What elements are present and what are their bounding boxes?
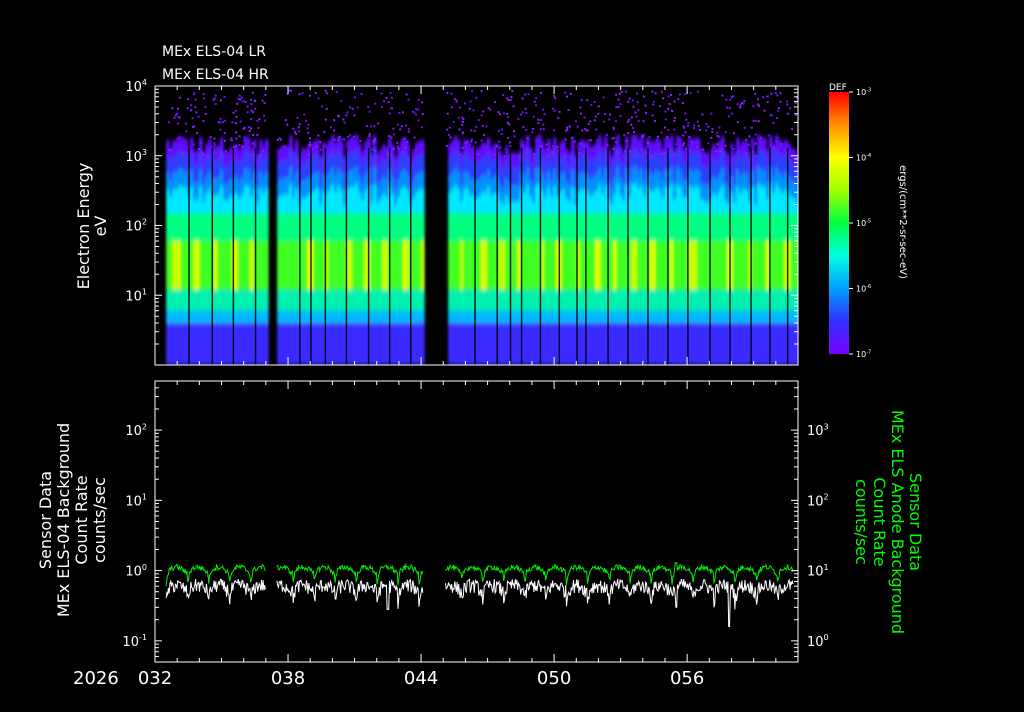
plot-canvas: MEx ELS-04 LR MEx ELS-04 HR 101 102 103 104… xyxy=(36,44,925,689)
background-count-rate-panel: 10-1100101102 100101102103 032 038 044 050 0… xyxy=(36,380,925,689)
orbit-boundary-line xyxy=(585,147,587,365)
orbit-boundary-line xyxy=(558,147,561,365)
right-ylabel-line-4: counts/sec xyxy=(852,479,871,565)
spectrogram-y-tick-label: 103 xyxy=(125,148,147,165)
orbit-boundary-line xyxy=(539,147,542,365)
count-rate-frame xyxy=(154,380,799,663)
x-tick-label: 038 xyxy=(271,668,305,689)
spectrogram-y-tick-label: 102 xyxy=(125,218,147,235)
orbit-boundary-line xyxy=(786,147,789,365)
colorbar-tick-label: 10-3 xyxy=(856,87,871,97)
mex-els-summary-plot: MEx ELS-04 LR MEx ELS-04 HR 101 102 103 104… xyxy=(0,0,1024,708)
left-ylabel-line-4: counts/sec xyxy=(90,477,109,563)
energy-spectrogram-panel: MEx ELS-04 LR MEx ELS-04 HR 101 102 103 104… xyxy=(74,44,799,366)
orbit-boundary-line xyxy=(687,147,689,365)
spectrogram-fill xyxy=(166,134,798,365)
orbit-boundary-line xyxy=(388,147,391,365)
colorbar-tick-label: 10-7 xyxy=(856,349,871,359)
right-y-tick-label: 102 xyxy=(807,493,829,510)
year-label: 2026 xyxy=(73,668,119,689)
anode-background-line xyxy=(445,562,794,585)
left-y-tick-label: 102 xyxy=(125,422,147,439)
colorbar-gradient xyxy=(829,92,849,354)
x-tick-label: 056 xyxy=(670,668,704,689)
spectrogram-title-line-1: MEx ELS-04 LR xyxy=(162,44,266,60)
colorbar-tick-label: 10-4 xyxy=(856,153,871,163)
orbit-boundary-line xyxy=(509,147,512,365)
orbit-boundary-line xyxy=(520,147,523,365)
left-y-tick-label: 100 xyxy=(125,563,147,580)
left-ylabel-line-1: Sensor Data xyxy=(36,471,55,569)
orbit-boundary-line xyxy=(299,147,301,365)
orbit-boundary-line xyxy=(750,147,752,365)
colorbar-ticks: 10-3 10-4 10-5 10-6 10-7 xyxy=(849,87,871,359)
x-tick-label: 050 xyxy=(537,668,571,689)
colorbar: DEF 10-3 10-4 10-5 10-6 10-7 ergs/(cm**2-sr-… xyxy=(829,83,908,359)
orbit-boundary-line xyxy=(409,147,412,365)
orbit-boundary-line xyxy=(232,147,235,365)
right-ylabel-line-1: Sensor Data xyxy=(906,473,925,571)
els-04-background-line xyxy=(276,578,424,610)
right-ylabel-line-2: MEx ELS Anode Background xyxy=(888,410,907,634)
orbit-boundary-line xyxy=(324,147,327,365)
orbit-boundary-line xyxy=(627,147,629,365)
left-y-tick-label: 101 xyxy=(125,493,147,510)
orbit-boundary-line xyxy=(188,147,190,365)
count-rate-lines xyxy=(165,562,794,627)
els-04-background-line xyxy=(445,577,794,627)
x-tick-label: 032 xyxy=(138,668,172,689)
colorbar-tick-label: 10-6 xyxy=(856,284,871,294)
left-ylabel-line-3: Count Rate xyxy=(72,475,91,564)
count-rate-left-axis: 10-1 100 101 102 xyxy=(122,380,162,663)
spectrogram-title-line-2: MEx ELS-04 HR xyxy=(162,67,269,83)
orbit-boundary-line xyxy=(576,147,578,365)
orbit-boundary-line xyxy=(729,147,731,365)
orbit-boundary-line xyxy=(474,147,476,365)
orbit-boundary-line xyxy=(496,147,498,365)
orbit-boundary-line xyxy=(769,147,771,365)
orbit-boundary-line xyxy=(345,147,348,365)
count-rate-left-ylabel: Sensor Data MEx ELS-04 Background Count … xyxy=(36,423,109,617)
left-y-tick-label: 10-1 xyxy=(122,633,147,650)
spectrogram-image xyxy=(166,89,798,365)
orbit-boundary-line xyxy=(367,147,370,365)
spectrogram-y-tick-label: 101 xyxy=(125,287,147,304)
right-y-tick-label: 101 xyxy=(807,563,829,580)
orbit-boundary-line xyxy=(709,147,711,365)
count-rate-x-axis: 032 038 044 050 056 xyxy=(138,381,799,689)
count-rate-right-ylabel: Sensor Data MEx ELS Anode Background Cou… xyxy=(852,410,925,634)
anode-background-line xyxy=(276,562,424,586)
right-y-tick-label: 100 xyxy=(807,633,829,650)
x-tick-label: 044 xyxy=(404,668,438,689)
orbit-boundary-line xyxy=(310,147,312,365)
orbit-boundary-line xyxy=(211,147,214,365)
orbit-boundary-line xyxy=(607,147,609,365)
els-04-background-line xyxy=(165,578,266,605)
colorbar-label: DEF xyxy=(829,83,847,93)
spectrogram-y-tick-label: 104 xyxy=(125,78,147,95)
right-y-tick-label: 103 xyxy=(807,422,829,439)
spectrogram-ylabel-line-2: eV xyxy=(91,216,110,237)
orbit-boundary-line xyxy=(254,147,257,365)
count-rate-right-axis: 100 101 102 103 xyxy=(791,380,829,663)
left-ylabel-line-2: MEx ELS-04 Background xyxy=(54,423,73,617)
colorbar-tick-label: 10-5 xyxy=(856,218,871,228)
orbit-boundary-line xyxy=(647,147,649,365)
right-ylabel-line-3: Count Rate xyxy=(870,477,889,566)
colorbar-title: ergs/(cm**2-sr-sec-eV) xyxy=(897,165,908,279)
orbit-boundary-line xyxy=(667,147,669,365)
